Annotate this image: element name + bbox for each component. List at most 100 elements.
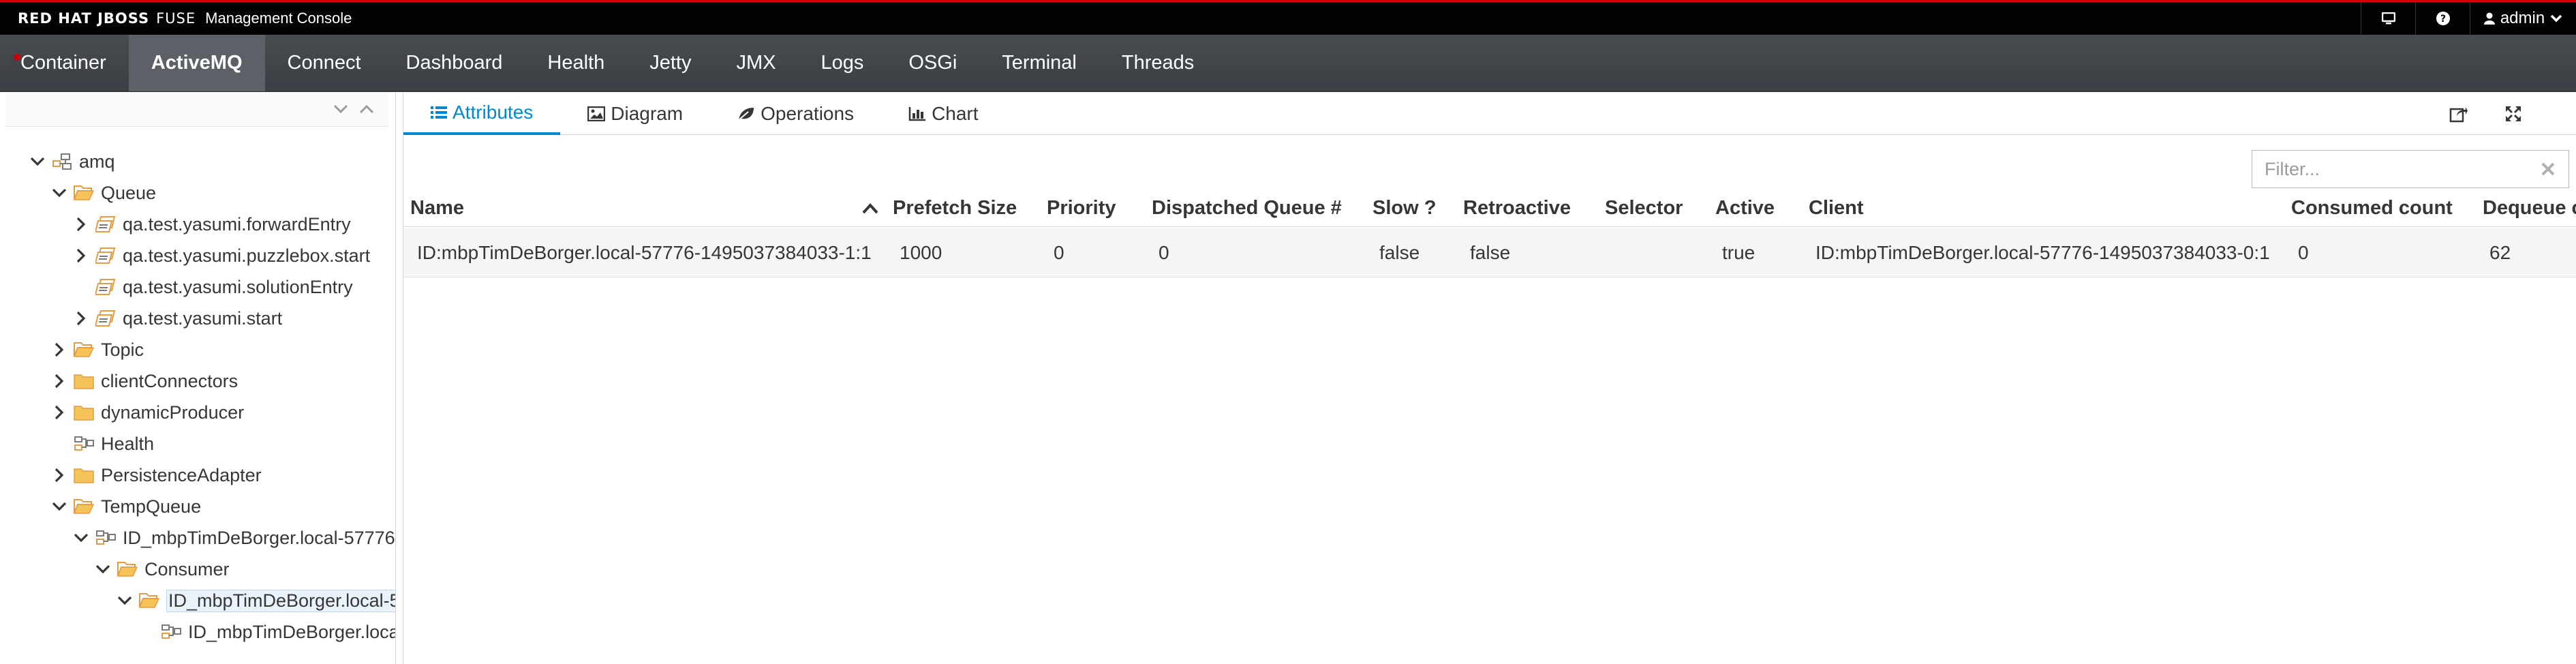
- tree-node-label: Queue: [101, 182, 157, 203]
- expand-button[interactable]: [2502, 102, 2525, 125]
- main-content: Attributes Diagram Operations Chart Name…: [403, 93, 2576, 664]
- tree-node-label: qa.test.yasumi.solutionEntry: [123, 276, 353, 297]
- tree-node[interactable]: clientConnectors: [50, 367, 238, 395]
- column-header-consumed-count[interactable]: Consumed count: [2291, 189, 2475, 227]
- brand-console-title: Management Console: [205, 10, 352, 27]
- expand-node-icon[interactable]: [72, 247, 90, 265]
- collapse-node-icon[interactable]: [50, 498, 68, 515]
- nav-item-jmx[interactable]: JMX: [714, 35, 798, 91]
- column-header-label: Name: [410, 196, 464, 219]
- sort-ascending-icon[interactable]: [861, 200, 879, 217]
- tree-node[interactable]: ID_mbpTimDeBorger.local-57776-1495037384…: [116, 587, 395, 614]
- column-header-label: Client: [1809, 196, 1864, 219]
- nav-item-terminal[interactable]: Terminal: [979, 35, 1099, 91]
- tab-operations[interactable]: Operations: [710, 93, 881, 135]
- nav-item-label: ActiveMQ: [151, 52, 243, 74]
- utility-menu: ? admin: [2361, 2, 2576, 35]
- expand-node-icon[interactable]: [72, 310, 90, 327]
- column-header-dispatched-queue[interactable]: Dispatched Queue #: [1152, 189, 1356, 227]
- bar-chart-icon: [908, 107, 926, 121]
- tree-node-label: qa.test.yasumi.puzzlebox.start: [123, 245, 371, 266]
- column-header-name[interactable]: Name: [410, 189, 846, 227]
- cell-consumed-count: 0: [2298, 242, 2309, 263]
- expand-node-icon[interactable]: [72, 215, 90, 233]
- clear-icon[interactable]: [2540, 161, 2556, 177]
- nav-item-container[interactable]: Container: [0, 35, 129, 91]
- collapse-node-icon[interactable]: [94, 560, 112, 578]
- help-button[interactable]: ?: [2415, 2, 2470, 35]
- mbean-icon: [95, 529, 116, 547]
- nav-item-logs[interactable]: Logs: [798, 35, 886, 91]
- collapse-node-icon[interactable]: [50, 184, 68, 202]
- nav-item-jetty[interactable]: Jetty: [627, 35, 714, 91]
- filter-box: [2252, 150, 2569, 188]
- expand-node-icon[interactable]: [50, 341, 68, 359]
- tree-node[interactable]: qa.test.yasumi.start: [72, 305, 282, 332]
- nav-item-label: JMX: [736, 52, 776, 74]
- column-header-priority[interactable]: Priority: [1047, 189, 1146, 227]
- chevron-down-icon: [2550, 14, 2562, 22]
- tree-node[interactable]: ID_mbpTimDeBorger.local-57776-1495037384…: [138, 618, 395, 646]
- nav-item-osgi[interactable]: OSGi: [886, 35, 979, 91]
- tree-node[interactable]: amq: [29, 148, 115, 175]
- collapse-node-icon[interactable]: [29, 153, 46, 170]
- brand-product-bold: RED HAT JBOSS: [18, 10, 150, 27]
- tree-node[interactable]: Consumer: [94, 556, 230, 583]
- cell-prefetch-size: 1000: [900, 242, 942, 263]
- filter-input[interactable]: [2265, 156, 2537, 182]
- tree-node[interactable]: PersistenceAdapter: [50, 462, 262, 489]
- tree-node[interactable]: ID_mbpTimDeBorger.local-57776-1495037384…: [72, 524, 395, 552]
- nav-item-label: Terminal: [1002, 52, 1077, 74]
- monitor-button[interactable]: [2361, 2, 2415, 35]
- expand-icon: [2506, 106, 2521, 121]
- user-menu[interactable]: admin: [2470, 2, 2576, 35]
- tab-attributes[interactable]: Attributes: [403, 93, 561, 135]
- column-header-selector[interactable]: Selector: [1605, 189, 1707, 227]
- tree-node[interactable]: Topic: [50, 336, 144, 363]
- tree-node[interactable]: qa.test.yasumi.solutionEntry: [72, 273, 353, 301]
- tree-node-label: PersistenceAdapter: [101, 464, 262, 485]
- tree-node[interactable]: dynamicProducer: [50, 399, 244, 426]
- column-header-label: Consumed count: [2291, 196, 2453, 219]
- tree-node[interactable]: TempQueue: [50, 493, 201, 520]
- tab-label: Chart: [932, 103, 979, 124]
- column-header-prefetch-size[interactable]: Prefetch Size: [893, 189, 1040, 227]
- nav-item-label: Health: [547, 52, 605, 74]
- column-header-retroactive[interactable]: Retroactive: [1463, 189, 1599, 227]
- nav-item-threads[interactable]: Threads: [1099, 35, 1216, 91]
- nav-item-health[interactable]: Health: [525, 35, 627, 91]
- nav-item-dashboard[interactable]: Dashboard: [384, 35, 525, 91]
- share-button[interactable]: [2447, 102, 2470, 125]
- tab-diagram[interactable]: Diagram: [560, 93, 710, 135]
- collapse-node-icon[interactable]: [72, 529, 90, 547]
- queue-icon: [95, 215, 116, 233]
- collapse-node-icon[interactable]: [116, 592, 134, 609]
- tree-node[interactable]: Queue: [50, 179, 156, 207]
- expand-node-icon[interactable]: [50, 372, 68, 390]
- column-header-dequeue-count[interactable]: Dequeue count: [2483, 189, 2576, 227]
- table-row[interactable]: ID:mbpTimDeBorger.local-57776-1495037384…: [403, 228, 2576, 277]
- tree-node[interactable]: qa.test.yasumi.puzzlebox.start: [72, 242, 370, 269]
- nav-item-connect[interactable]: Connect: [265, 35, 384, 91]
- brand-logo[interactable]: RED HAT JBOSS FUSE Management Console: [18, 10, 352, 27]
- jmx-tree: amq Queue qa.test.yasumi.forwardEntry qa.te…: [0, 93, 395, 664]
- tree-node-label: dynamicProducer: [101, 402, 245, 423]
- tree-node-label: ID_mbpTimDeBorger.local-57776-1495037384…: [188, 621, 395, 642]
- column-header-slow[interactable]: Slow ?: [1373, 189, 1454, 227]
- column-header-client[interactable]: Client: [1809, 189, 2272, 227]
- tree-node[interactable]: qa.test.yasumi.forwardEntry: [72, 211, 351, 238]
- expand-node-icon[interactable]: [50, 466, 68, 484]
- tree-node[interactable]: Health: [50, 430, 154, 457]
- user-icon: [2483, 12, 2495, 25]
- expand-node-icon[interactable]: [50, 404, 68, 421]
- tab-chart[interactable]: Chart: [881, 93, 1005, 135]
- pane-splitter[interactable]: [395, 93, 403, 664]
- column-header-active[interactable]: Active: [1715, 189, 1797, 227]
- folder-icon: [74, 466, 94, 484]
- cell-slow: false: [1379, 242, 1420, 263]
- folder-icon: [74, 404, 94, 421]
- column-header-label: Selector: [1605, 196, 1683, 219]
- nav-item-activemq[interactable]: ActiveMQ: [128, 35, 265, 91]
